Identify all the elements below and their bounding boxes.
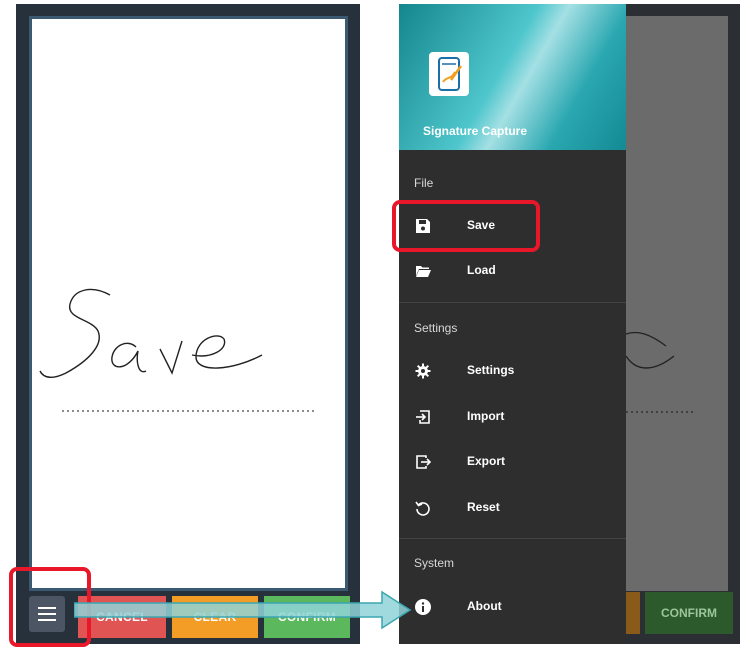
menu-item-label: About	[467, 599, 502, 613]
menu-item-settings[interactable]: Settings	[399, 351, 626, 391]
right-phone-screen: CONFIRM Signature Capture File Save Load…	[399, 4, 740, 644]
section-divider	[399, 302, 626, 303]
export-icon	[416, 455, 431, 469]
section-label-system: System	[414, 556, 455, 570]
dimmed-clear-button	[626, 592, 640, 634]
import-icon	[416, 410, 430, 424]
section-label-settings: Settings	[414, 321, 458, 335]
menu-item-load[interactable]: Load	[399, 251, 626, 291]
menu-item-about[interactable]: About	[399, 587, 626, 627]
section-divider	[399, 538, 626, 539]
menu-item-reset[interactable]: Reset	[399, 488, 626, 528]
section-label-file: File	[414, 176, 434, 190]
arrow-icon	[74, 590, 412, 630]
menu-item-export[interactable]: Export	[399, 442, 626, 482]
dimmed-background[interactable]	[626, 4, 740, 644]
signature-pad[interactable]	[29, 16, 348, 591]
signature-app-logo-icon	[429, 52, 469, 96]
folder-icon	[416, 266, 431, 277]
highlight-save-item	[392, 200, 540, 252]
app-title: Signature Capture	[423, 124, 528, 138]
info-icon	[415, 599, 431, 615]
left-phone-screen: CANCEL CLEAR CONFIRM	[16, 4, 360, 644]
dimmed-signature-drawing	[626, 331, 696, 413]
menu-item-label: Load	[467, 263, 496, 277]
menu-item-label: Import	[467, 409, 505, 423]
dimmed-confirm-button: CONFIRM	[645, 592, 733, 634]
signature-drawing	[39, 288, 314, 412]
drawer-header: Signature Capture	[399, 4, 626, 150]
menu-item-import[interactable]: Import	[399, 397, 626, 437]
menu-item-label: Export	[467, 454, 506, 468]
reset-icon	[415, 501, 430, 516]
navigation-drawer: Signature Capture File Save Load Setting…	[399, 4, 626, 644]
menu-item-label: Reset	[467, 500, 500, 514]
dimmed-signature-pad	[626, 16, 728, 591]
menu-item-label: Settings	[467, 363, 515, 377]
gear-icon	[415, 363, 431, 379]
